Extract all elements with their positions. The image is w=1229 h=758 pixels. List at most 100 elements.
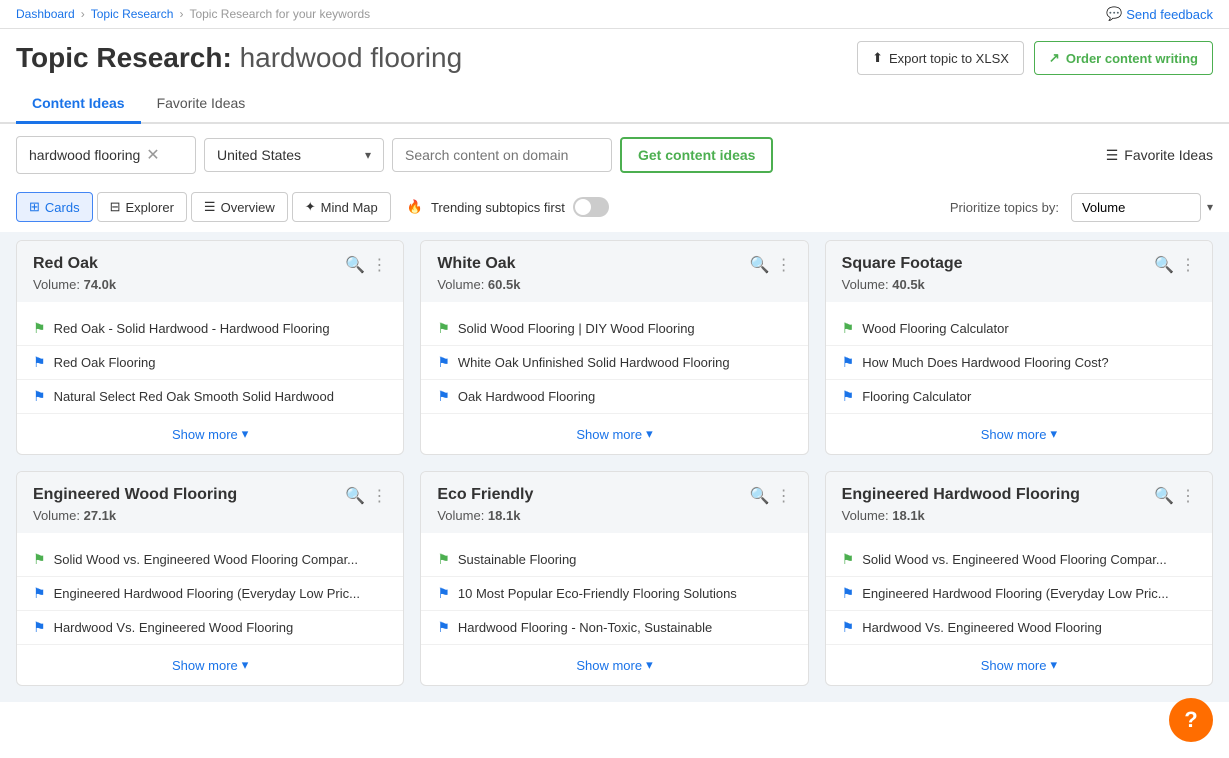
show-more-row[interactable]: Show more ▾	[17, 645, 403, 685]
card-item-text: Red Oak Flooring	[54, 355, 388, 370]
show-more-row[interactable]: Show more ▾	[826, 645, 1212, 685]
chevron-down-icon: ▾	[1050, 657, 1057, 673]
card-engineered-wood-flooring: Engineered Wood Flooring Volume: 27.1k 🔍…	[16, 471, 404, 686]
card-search-icon[interactable]: 🔍	[345, 486, 365, 506]
favorite-ideas-label: Favorite Ideas	[1124, 147, 1213, 163]
favorite-ideas-link[interactable]: ☰ Favorite Ideas	[1106, 147, 1213, 164]
show-more-row[interactable]: Show more ▾	[421, 645, 807, 685]
card-volume: Volume: 27.1k	[33, 508, 237, 523]
card-header-square-footage: Square Footage Volume: 40.5k 🔍 ⋮	[826, 241, 1212, 302]
card-engineered-hardwood-flooring: Engineered Hardwood Flooring Volume: 18.…	[825, 471, 1213, 686]
list-icon: ☰	[1106, 147, 1119, 164]
card-search-icon[interactable]: 🔍	[750, 255, 770, 275]
send-feedback-label: Send feedback	[1126, 7, 1213, 22]
card-item: ⚑ Solid Wood Flooring | DIY Wood Floorin…	[421, 312, 807, 346]
card-title-block: Engineered Hardwood Flooring Volume: 18.…	[842, 486, 1080, 523]
toggle-knob	[575, 199, 591, 215]
card-more-icon[interactable]: ⋮	[1180, 255, 1196, 275]
tab-favorite-ideas[interactable]: Favorite Ideas	[141, 85, 262, 124]
card-title: Red Oak	[33, 255, 116, 273]
card-header-actions: 🔍 ⋮	[750, 486, 792, 506]
mindmap-icon: ✦	[305, 199, 316, 215]
card-more-icon[interactable]: ⋮	[776, 255, 792, 275]
card-search-icon[interactable]: 🔍	[1154, 486, 1174, 506]
card-header-white-oak: White Oak Volume: 60.5k 🔍 ⋮	[421, 241, 807, 302]
mindmap-label: Mind Map	[321, 200, 378, 215]
card-volume: Volume: 60.5k	[437, 277, 520, 292]
topic-blue-icon: ⚑	[842, 354, 855, 371]
card-item: ⚑ Red Oak Flooring	[17, 346, 403, 380]
get-content-ideas-button[interactable]: Get content ideas	[620, 137, 773, 173]
card-search-icon[interactable]: 🔍	[1154, 255, 1174, 275]
topic-green-icon: ⚑	[842, 320, 855, 337]
card-title: White Oak	[437, 255, 520, 273]
breadcrumb-current: Topic Research for your keywords	[189, 7, 370, 21]
card-search-icon[interactable]: 🔍	[345, 255, 365, 275]
show-more-row[interactable]: Show more ▾	[421, 414, 807, 454]
card-more-icon[interactable]: ⋮	[776, 486, 792, 506]
table-icon: ⊟	[110, 199, 121, 215]
card-item: ⚑ White Oak Unfinished Solid Hardwood Fl…	[421, 346, 807, 380]
trending-toggle-group: 🔥 Trending subtopics first	[407, 197, 609, 217]
export-label: Export topic to XLSX	[889, 51, 1009, 66]
clear-keyword-icon[interactable]: ✕	[146, 145, 159, 165]
card-volume: Volume: 40.5k	[842, 277, 963, 292]
cards-grid: Red Oak Volume: 74.0k 🔍 ⋮ ⚑ Red Oak - So…	[0, 232, 1229, 702]
help-fab-button[interactable]: ?	[1169, 698, 1213, 742]
card-volume: Volume: 18.1k	[437, 508, 533, 523]
page-title-keyword: hardwood flooring	[240, 42, 463, 73]
view-explorer-button[interactable]: ⊟ Explorer	[97, 192, 187, 222]
card-item-text: 10 Most Popular Eco-Friendly Flooring So…	[458, 586, 792, 601]
topic-blue-icon: ⚑	[437, 388, 450, 405]
card-item: ⚑ Natural Select Red Oak Smooth Solid Ha…	[17, 380, 403, 414]
card-header-actions: 🔍 ⋮	[1154, 486, 1196, 506]
card-header-engineered-wood-flooring: Engineered Wood Flooring Volume: 27.1k 🔍…	[17, 472, 403, 533]
priority-select[interactable]: Volume Difficulty Topic Efficiency	[1071, 193, 1201, 222]
card-item: ⚑ Engineered Hardwood Flooring (Everyday…	[17, 577, 403, 611]
breadcrumb-dashboard[interactable]: Dashboard	[16, 7, 75, 21]
topic-blue-icon: ⚑	[33, 388, 46, 405]
card-search-icon[interactable]: 🔍	[750, 486, 770, 506]
card-body-red-oak: ⚑ Red Oak - Solid Hardwood - Hardwood Fl…	[17, 302, 403, 454]
country-select[interactable]: United States ▾	[204, 138, 384, 172]
view-mindmap-button[interactable]: ✦ Mind Map	[292, 192, 391, 222]
send-feedback-link[interactable]: 💬 Send feedback	[1106, 6, 1213, 22]
prioritize-label: Prioritize topics by:	[950, 200, 1059, 215]
view-cards-button[interactable]: ⊞ Cards	[16, 192, 93, 222]
export-icon: ⬆	[872, 50, 883, 66]
card-item-text: Oak Hardwood Flooring	[458, 389, 792, 404]
tab-content-ideas[interactable]: Content Ideas	[16, 85, 141, 124]
card-item-text: Natural Select Red Oak Smooth Solid Hard…	[54, 389, 388, 404]
card-header-actions: 🔍 ⋮	[1154, 255, 1196, 275]
show-more-row[interactable]: Show more ▾	[826, 414, 1212, 454]
breadcrumb: Dashboard › Topic Research › Topic Resea…	[16, 7, 370, 21]
card-title-block: Engineered Wood Flooring Volume: 27.1k	[33, 486, 237, 523]
topic-green-icon: ⚑	[33, 320, 46, 337]
card-item-text: Sustainable Flooring	[458, 552, 792, 567]
card-item-text: Solid Wood Flooring | DIY Wood Flooring	[458, 321, 792, 336]
show-more-row[interactable]: Show more ▾	[17, 414, 403, 454]
card-more-icon[interactable]: ⋮	[1180, 486, 1196, 506]
view-overview-button[interactable]: ☰ Overview	[191, 192, 288, 222]
topic-blue-icon: ⚑	[437, 619, 450, 636]
topic-blue-icon: ⚑	[33, 619, 46, 636]
export-button[interactable]: ⬆ Export topic to XLSX	[857, 41, 1024, 75]
cards-label: Cards	[45, 200, 80, 215]
trending-toggle-switch[interactable]	[573, 197, 609, 217]
show-more-label: Show more ▾	[981, 426, 1057, 442]
topic-blue-icon: ⚑	[437, 354, 450, 371]
card-more-icon[interactable]: ⋮	[371, 255, 387, 275]
title-actions: ⬆ Export topic to XLSX ↗ Order content w…	[857, 41, 1213, 75]
chevron-down-icon: ▾	[646, 657, 653, 673]
card-item: ⚑ Sustainable Flooring	[421, 543, 807, 577]
card-title-block: White Oak Volume: 60.5k	[437, 255, 520, 292]
order-content-button[interactable]: ↗ Order content writing	[1034, 41, 1213, 75]
card-header-red-oak: Red Oak Volume: 74.0k 🔍 ⋮	[17, 241, 403, 302]
card-item-text: Flooring Calculator	[862, 389, 1196, 404]
chevron-down-icon: ▾	[242, 426, 249, 442]
card-more-icon[interactable]: ⋮	[371, 486, 387, 506]
card-header-engineered-hardwood-flooring: Engineered Hardwood Flooring Volume: 18.…	[826, 472, 1212, 533]
search-domain-input[interactable]	[392, 138, 612, 172]
breadcrumb-topic-research[interactable]: Topic Research	[91, 7, 174, 21]
page-title-prefix: Topic Research:	[16, 42, 240, 73]
